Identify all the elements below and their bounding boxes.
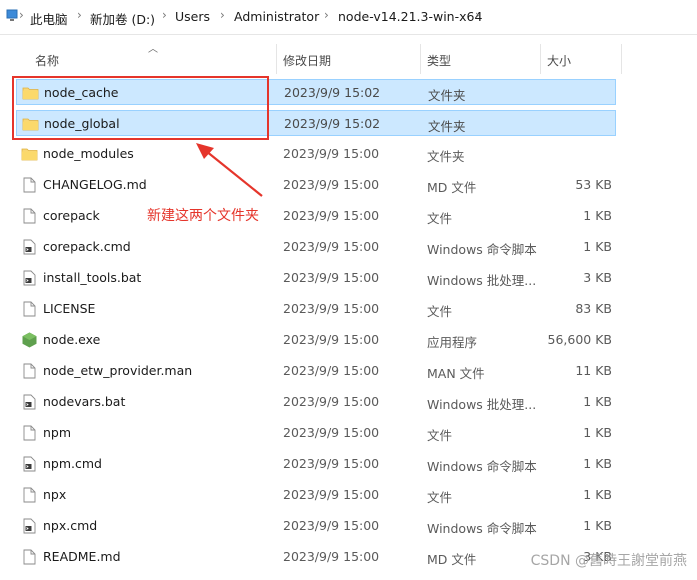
watermark: CSDN @舊時王謝堂前燕 [530, 553, 687, 569]
annotation-arrow-icon [196, 143, 263, 197]
annotation-text: 新建这两个文件夹 [147, 208, 259, 224]
